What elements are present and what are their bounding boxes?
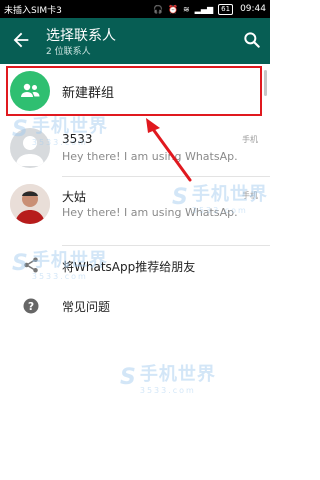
annotation-arrow (146, 118, 192, 182)
watermark: S 手机世界 3533.com (12, 116, 108, 147)
watermark: S 手机世界 3533.com (12, 250, 108, 281)
watermark: S 手机世界 3533.com (172, 184, 268, 215)
watermark: S 手机世界 3533.com (120, 364, 216, 395)
